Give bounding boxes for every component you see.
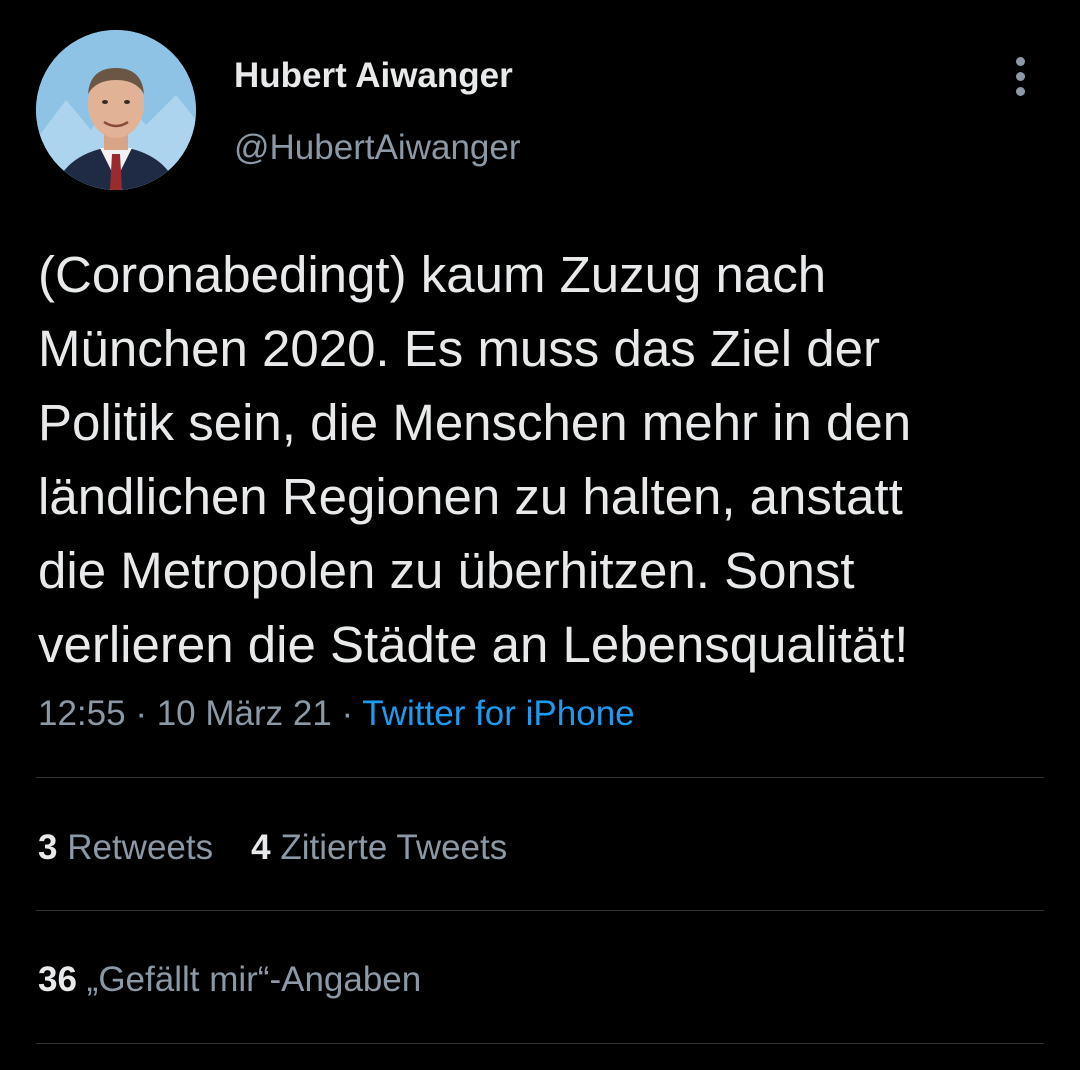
more-dot [1016,72,1025,81]
likes-stat[interactable]: 36 „Gefällt mir“-Angaben [38,960,421,999]
avatar[interactable] [36,30,196,190]
author-handle[interactable]: @HubertAiwanger [234,128,521,168]
tweet-text: (Coronabedingt) kaum Zuzug nach München … [38,246,912,673]
meta-separator: · [125,694,157,733]
divider [36,777,1044,778]
avatar-image [36,30,196,190]
likes-label: „Gefällt mir“-Angaben [86,960,422,999]
divider [36,1043,1044,1044]
tweet-meta: 12:55 · 10 März 21 · Twitter for iPhone [38,694,635,734]
quotes-count: 4 [251,828,271,867]
quotes-stat[interactable]: 4 Zitierte Tweets [251,828,507,867]
meta-separator: · [331,694,363,733]
more-vertical-icon[interactable] [1000,54,1040,98]
retweets-count: 3 [38,828,58,867]
tweet-date[interactable]: 10 März 21 [157,694,332,733]
tweet-time[interactable]: 12:55 [38,694,126,733]
retweets-label: Retweets [67,828,214,867]
author-display-name[interactable]: Hubert Aiwanger [234,56,513,96]
more-dot [1016,57,1025,66]
likes-count: 36 [38,960,77,999]
stats-row-likes: 36 „Gefällt mir“-Angaben [38,960,421,1000]
tweet-source-link[interactable]: Twitter for iPhone [362,694,634,733]
retweets-stat[interactable]: 3 Retweets [38,828,213,867]
stats-row-retweets: 3 Retweets 4 Zitierte Tweets [38,828,507,868]
divider [36,910,1044,911]
more-dot [1016,87,1025,96]
quotes-label: Zitierte Tweets [280,828,508,867]
